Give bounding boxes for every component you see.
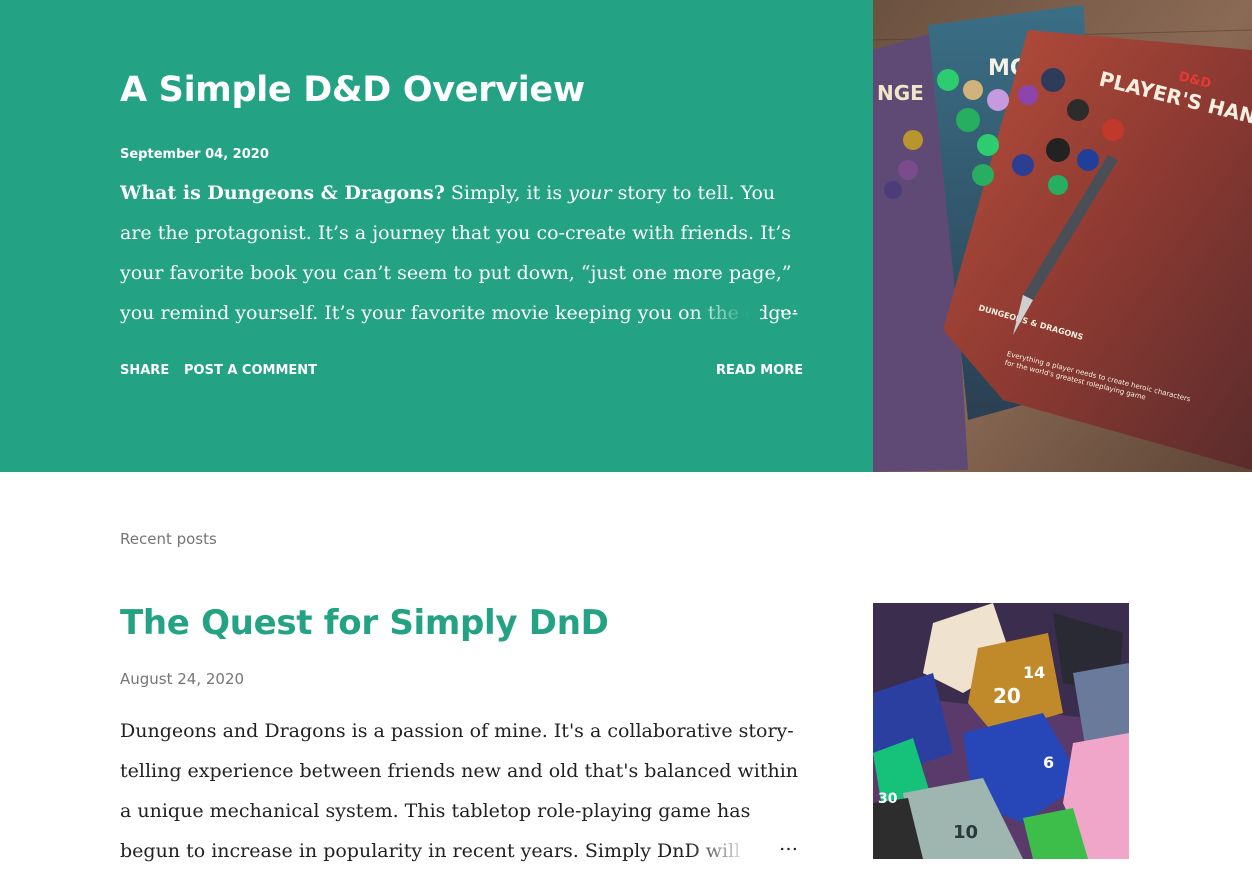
snippet-text: Simply, it is (444, 182, 569, 204)
polyhedral-dice-icon: 14 20 6 10 30 (873, 603, 1129, 859)
featured-post-title[interactable]: A Simple D&D Overview (120, 70, 585, 110)
snippet-fade (690, 293, 760, 333)
post-comment-link[interactable]: POST A COMMENT (184, 363, 317, 378)
snippet-fade (690, 831, 760, 871)
read-more-link[interactable]: READ MORE (716, 363, 803, 378)
svg-text:20: 20 (993, 684, 1021, 708)
snippet-lead: What is Dungeons & Dragons? (120, 182, 445, 204)
post-date: August 24, 2020 (120, 670, 245, 688)
dnd-books-and-dice-icon: NGE MONS PLAYER'S HANDBOOK D&D DUNGEONS … (873, 0, 1252, 472)
snippet-ellipsis: … (779, 295, 798, 317)
svg-text:10: 10 (953, 822, 978, 843)
post-title[interactable]: The Quest for Simply DnD (120, 603, 609, 643)
share-button[interactable]: SHARE (120, 363, 169, 378)
featured-post: A Simple D&D Overview September 04, 2020… (0, 0, 873, 472)
featured-post-date: September 04, 2020 (120, 147, 269, 162)
svg-text:NGE: NGE (877, 81, 924, 105)
snippet-emphasis: your (568, 182, 612, 204)
post-image[interactable]: 14 20 6 10 30 (873, 603, 1129, 859)
svg-text:14: 14 (1023, 663, 1045, 682)
featured-post-image[interactable]: NGE MONS PLAYER'S HANDBOOK D&D DUNGEONS … (873, 0, 1252, 472)
featured-post-snippet: What is Dungeons & Dragons? Simply, it i… (120, 173, 800, 333)
svg-text:6: 6 (1043, 753, 1054, 772)
recent-posts-heading: Recent posts (120, 530, 217, 548)
svg-text:30: 30 (878, 791, 898, 807)
post-snippet: Dungeons and Dragons is a passion of min… (120, 711, 800, 871)
post-snippet-ellipsis: … (779, 833, 798, 855)
